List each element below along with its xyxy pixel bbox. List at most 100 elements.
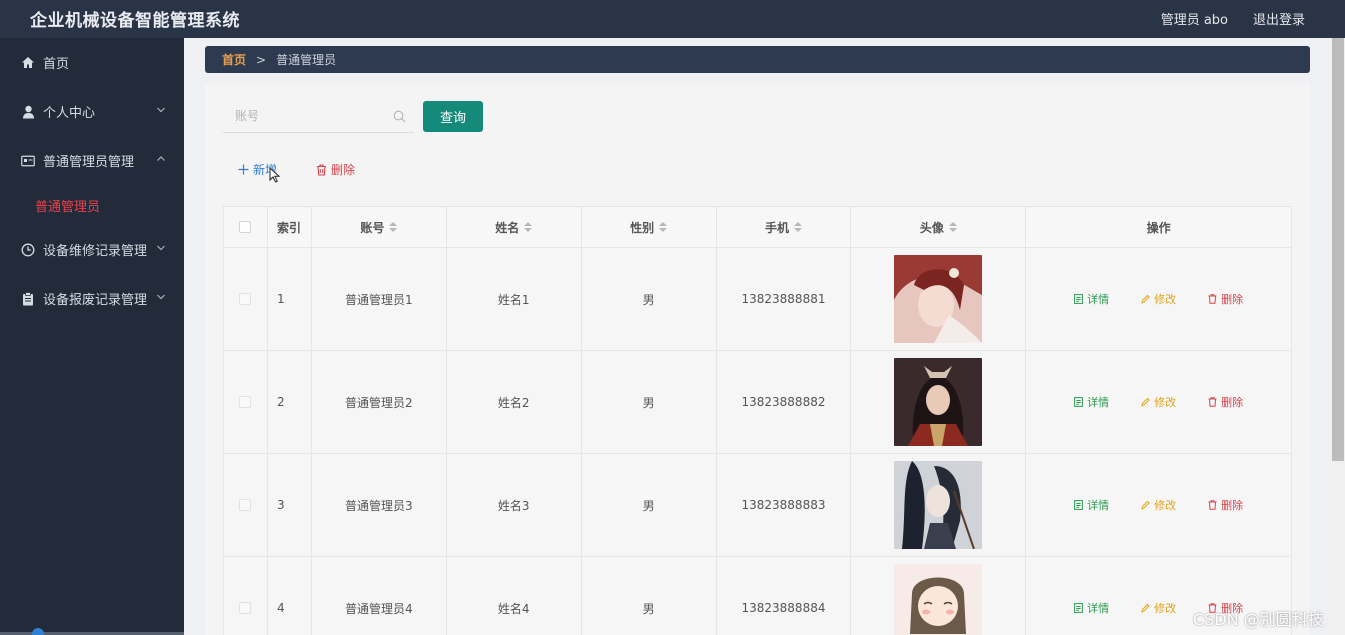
delete-button[interactable]: 删除 — [1208, 291, 1243, 307]
cell-avatar — [851, 454, 1027, 556]
header-phone[interactable]: 手机 — [717, 207, 852, 247]
row-checkbox[interactable] — [239, 396, 252, 408]
cell-index: 1 — [268, 248, 312, 350]
edit-label: 修改 — [1154, 602, 1177, 615]
sort-icon[interactable] — [659, 222, 668, 232]
sidebar: 首页 个人中心 普通管理员管理 普通管理员 设备维修记录管理 设备报废记录管理 — [0, 38, 184, 635]
trash-icon — [316, 163, 327, 176]
sidebar-item-scrap-records[interactable]: 设备报废记录管理 — [0, 274, 184, 323]
account-search-input[interactable] — [223, 101, 383, 131]
header-label: 手机 — [764, 220, 789, 235]
detail-label: 详情 — [1087, 396, 1110, 409]
avatar-image[interactable] — [894, 358, 983, 446]
cell-phone: 13823888883 — [717, 454, 852, 556]
row-checkbox-cell — [224, 557, 268, 635]
table-row: 4 普通管理员4 姓名4 男 13823888884 详情 修改 删除 — [224, 557, 1292, 635]
sidebar-item-repair-records[interactable]: 设备维修记录管理 — [0, 225, 184, 274]
detail-label: 详情 — [1087, 293, 1110, 306]
table-row: 2 普通管理员2 姓名2 男 13823888882 详情 修改 删除 — [224, 351, 1292, 454]
batch-delete-button[interactable]: 删除 — [316, 161, 355, 178]
scroll-handle[interactable] — [32, 628, 44, 635]
table-row: 1 普通管理员1 姓名1 男 13823888881 详情 修改 删除 — [224, 248, 1292, 351]
header-ops: 操作 — [1026, 207, 1292, 247]
cell-actions: 详情 修改 删除 — [1026, 248, 1292, 350]
detail-button[interactable]: 详情 — [1074, 291, 1109, 307]
user-icon — [20, 105, 36, 119]
cell-account: 普通管理员4 — [312, 557, 447, 635]
sort-icon[interactable] — [793, 222, 802, 232]
cell-gender: 男 — [582, 557, 717, 635]
edit-label: 修改 — [1154, 396, 1177, 409]
row-checkbox[interactable] — [239, 499, 252, 511]
avatar-image[interactable] — [894, 255, 983, 343]
sidebar-item-home[interactable]: 首页 — [0, 38, 184, 87]
cell-name: 姓名3 — [447, 454, 582, 556]
edit-button[interactable]: 修改 — [1141, 600, 1176, 616]
cell-name: 姓名4 — [447, 557, 582, 635]
breadcrumb: 首页 > 普通管理员 — [205, 46, 1310, 73]
cell-gender: 男 — [582, 454, 717, 556]
pencil-icon — [1141, 294, 1150, 304]
header-account[interactable]: 账号 — [312, 207, 447, 247]
detail-label: 详情 — [1087, 499, 1110, 512]
scrollbar-thumb[interactable] — [1332, 38, 1344, 461]
sidebar-item-label: 普通管理员管理 — [43, 155, 135, 170]
cell-account: 普通管理员2 — [312, 351, 447, 453]
cell-name: 姓名2 — [447, 351, 582, 453]
row-checkbox-cell — [224, 351, 268, 453]
top-bar: 企业机械设备智能管理系统 管理员 abo 退出登录 — [0, 0, 1345, 38]
avatar-image[interactable] — [894, 461, 983, 549]
table-row: 3 普通管理员3 姓名3 男 13823888883 详情 修改 删除 — [224, 454, 1292, 557]
header-gender[interactable]: 性别 — [582, 207, 717, 247]
row-checkbox[interactable] — [239, 293, 252, 305]
cell-phone: 13823888882 — [717, 351, 852, 453]
sidebar-item-admin-management[interactable]: 普通管理员管理 — [0, 136, 184, 185]
delete-button[interactable]: 删除 — [1208, 497, 1243, 513]
admin-table: 索引 账号 姓名 性别 手机 头像 操作 1 普通管理员1 姓名1 男 1382… — [223, 206, 1292, 635]
header-name[interactable]: 姓名 — [447, 207, 582, 247]
header-label: 姓名 — [495, 220, 520, 235]
sidebar-item-label: 个人中心 — [43, 106, 96, 121]
header-label: 账号 — [360, 220, 385, 235]
cell-index: 4 — [268, 557, 312, 635]
sort-icon[interactable] — [524, 222, 533, 232]
sidebar-item-profile[interactable]: 个人中心 — [0, 87, 184, 136]
edit-button[interactable]: 修改 — [1141, 394, 1176, 410]
document-icon — [1074, 294, 1084, 304]
cell-actions: 详情 修改 删除 — [1026, 454, 1292, 556]
edit-button[interactable]: 修改 — [1141, 291, 1176, 307]
sort-icon[interactable] — [389, 222, 398, 232]
trash-icon — [1208, 397, 1217, 407]
sort-icon[interactable] — [948, 222, 957, 232]
content-panel: 查询 新增 删除 索引 账号 姓名 性别 手机 头像 操作 1 — [205, 83, 1310, 635]
id-card-icon — [20, 155, 36, 167]
cell-actions: 详情 修改 删除 — [1026, 351, 1292, 453]
detail-button[interactable]: 详情 — [1074, 394, 1109, 410]
edit-label: 修改 — [1154, 499, 1177, 512]
row-checkbox[interactable] — [239, 602, 252, 614]
cell-avatar — [851, 351, 1027, 453]
sidebar-item-label: 设备报废记录管理 — [43, 293, 148, 308]
detail-button[interactable]: 详情 — [1074, 497, 1109, 513]
pencil-icon — [1141, 603, 1150, 613]
delete-button-label: 删除 — [331, 163, 356, 177]
delete-button[interactable]: 删除 — [1208, 394, 1243, 410]
avatar-image[interactable] — [894, 564, 983, 635]
home-icon — [20, 56, 36, 69]
edit-button[interactable]: 修改 — [1141, 497, 1176, 513]
search-icon — [393, 110, 406, 123]
logout-link[interactable]: 退出登录 — [1253, 9, 1305, 28]
header-label: 性别 — [630, 220, 655, 235]
detail-button[interactable]: 详情 — [1074, 600, 1109, 616]
select-all-checkbox[interactable] — [239, 221, 252, 233]
cell-gender: 男 — [582, 248, 717, 350]
trash-icon — [1208, 294, 1217, 304]
page-scrollbar[interactable] — [1331, 38, 1345, 635]
main-area: 首页 > 普通管理员 查询 新增 删除 索引 账号 姓名 性别 手机 — [184, 38, 1331, 635]
header-avatar[interactable]: 头像 — [851, 207, 1027, 247]
breadcrumb-home[interactable]: 首页 — [222, 51, 246, 68]
row-checkbox-cell — [224, 454, 268, 556]
query-button[interactable]: 查询 — [423, 101, 483, 132]
sidebar-subitem-admin[interactable]: 普通管理员 — [0, 185, 184, 225]
header-checkbox-cell — [224, 207, 268, 247]
